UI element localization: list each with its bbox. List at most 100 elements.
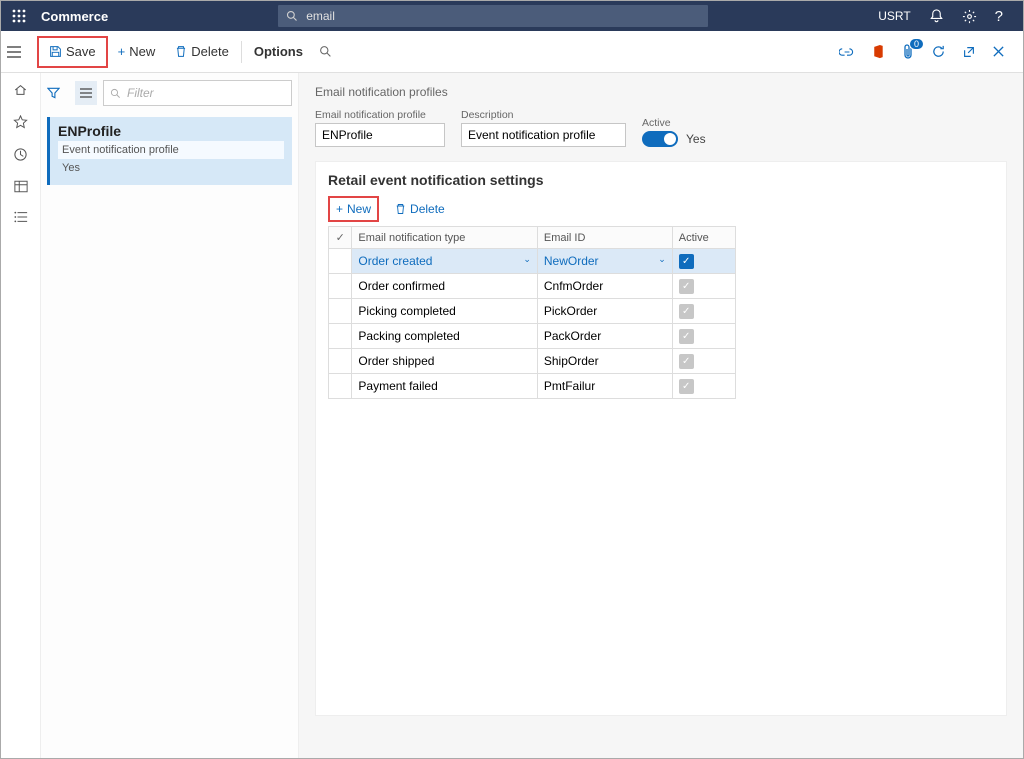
- close-icon[interactable]: [992, 45, 1005, 58]
- row-selector[interactable]: [329, 349, 352, 374]
- col-type[interactable]: Email notification type: [352, 227, 537, 249]
- list-item-title: ENProfile: [58, 123, 284, 139]
- bell-icon[interactable]: [929, 9, 944, 24]
- home-icon[interactable]: [13, 83, 28, 97]
- grid-new-button[interactable]: + New: [330, 198, 377, 220]
- table-row[interactable]: Payment failedPmtFailur ✓: [329, 374, 736, 399]
- save-icon: [49, 45, 62, 58]
- save-button[interactable]: Save: [39, 38, 106, 66]
- checkbox-icon[interactable]: ✓: [679, 329, 694, 344]
- office-icon[interactable]: [871, 44, 885, 59]
- plus-icon: +: [118, 44, 126, 59]
- checkbox-icon[interactable]: ✓: [679, 279, 694, 294]
- active-toggle[interactable]: [642, 131, 678, 147]
- star-icon[interactable]: [13, 115, 28, 129]
- options-button[interactable]: Options: [244, 38, 313, 66]
- attachments-button[interactable]: 0: [901, 44, 915, 60]
- filter-funnel-icon[interactable]: [47, 87, 69, 99]
- profile-label: Email notification profile: [315, 109, 445, 121]
- checkbox-icon[interactable]: ✓: [679, 354, 694, 369]
- global-header: Commerce email USRT ?: [1, 1, 1023, 31]
- table-row[interactable]: Picking completedPickOrder ✓: [329, 299, 736, 324]
- clock-icon[interactable]: [13, 147, 28, 162]
- help-icon[interactable]: ?: [995, 8, 1003, 25]
- refresh-icon[interactable]: [931, 44, 946, 59]
- list-view-icon[interactable]: [75, 81, 97, 105]
- cell-active[interactable]: ✓: [672, 374, 735, 399]
- command-bar: Save + New Delete Options 0: [1, 31, 1023, 73]
- cell-active[interactable]: ✓: [672, 274, 735, 299]
- row-selector[interactable]: [329, 249, 352, 274]
- table-row[interactable]: Order created⌄NewOrder⌄ ✓: [329, 249, 736, 274]
- cell-id[interactable]: PickOrder: [537, 299, 672, 324]
- save-button-highlight: Save: [37, 36, 108, 68]
- table-row[interactable]: Order shippedShipOrder ✓: [329, 349, 736, 374]
- row-selector[interactable]: [329, 374, 352, 399]
- delete-label: Delete: [191, 44, 229, 59]
- search-icon: [286, 10, 298, 22]
- cell-id[interactable]: PackOrder: [537, 324, 672, 349]
- detail-pane: Email notification profiles Email notifi…: [299, 73, 1023, 758]
- settings-grid: ✓ Email notification type Email ID Activ…: [328, 226, 736, 399]
- cell-id[interactable]: PmtFailur: [537, 374, 672, 399]
- grid-delete-label: Delete: [410, 202, 445, 216]
- cell-active[interactable]: ✓: [672, 324, 735, 349]
- col-select[interactable]: ✓: [329, 227, 352, 249]
- filter-placeholder: Filter: [127, 86, 154, 100]
- filter-input[interactable]: Filter: [103, 80, 292, 106]
- brand-title: Commerce: [37, 9, 108, 24]
- list-item-desc: Event notification profile: [58, 141, 284, 159]
- list-item-active: Yes: [58, 159, 284, 177]
- cell-type[interactable]: Payment failed: [352, 374, 537, 399]
- row-selector[interactable]: [329, 324, 352, 349]
- global-search[interactable]: email: [278, 5, 708, 27]
- cell-type[interactable]: Packing completed: [352, 324, 537, 349]
- popout-icon[interactable]: [962, 45, 976, 59]
- col-active[interactable]: Active: [672, 227, 735, 249]
- cell-type[interactable]: Order confirmed: [352, 274, 537, 299]
- trash-icon: [175, 45, 187, 58]
- panel-title: Retail event notification settings: [328, 172, 994, 188]
- cell-id[interactable]: ShipOrder: [537, 349, 672, 374]
- new-button[interactable]: + New: [108, 38, 166, 66]
- options-label: Options: [254, 44, 303, 59]
- grid-delete-button[interactable]: Delete: [389, 198, 451, 220]
- list-pane: Filter ENProfile Event notification prof…: [41, 73, 299, 758]
- search-button[interactable]: [313, 38, 338, 66]
- table-row[interactable]: Packing completedPackOrder ✓: [329, 324, 736, 349]
- row-selector[interactable]: [329, 274, 352, 299]
- cell-active[interactable]: ✓: [672, 349, 735, 374]
- col-id[interactable]: Email ID: [537, 227, 672, 249]
- description-input[interactable]: [461, 123, 626, 147]
- cell-active[interactable]: ✓: [672, 299, 735, 324]
- attach-count: 0: [909, 38, 924, 50]
- gear-icon[interactable]: [962, 9, 977, 24]
- list-icon[interactable]: [14, 211, 28, 223]
- cell-active[interactable]: ✓: [672, 249, 735, 274]
- checkbox-icon[interactable]: ✓: [679, 304, 694, 319]
- active-value: Yes: [686, 132, 706, 146]
- app-launcher-icon[interactable]: [1, 9, 37, 23]
- settings-panel: Retail event notification settings + New…: [315, 161, 1007, 716]
- row-selector[interactable]: [329, 299, 352, 324]
- cell-type[interactable]: Order shipped: [352, 349, 537, 374]
- save-label: Save: [66, 44, 96, 59]
- user-label[interactable]: USRT: [878, 9, 910, 23]
- plus-icon: +: [336, 202, 343, 216]
- list-item[interactable]: ENProfile Event notification profile Yes: [47, 117, 292, 185]
- checkbox-icon[interactable]: ✓: [679, 379, 694, 394]
- delete-button[interactable]: Delete: [165, 38, 239, 66]
- page-title: Email notification profiles: [315, 85, 1007, 99]
- checkbox-icon[interactable]: ✓: [679, 254, 694, 269]
- new-label: New: [129, 44, 155, 59]
- table-row[interactable]: Order confirmedCnfmOrder ✓: [329, 274, 736, 299]
- menu-toggle-icon[interactable]: [7, 46, 37, 58]
- cell-id[interactable]: CnfmOrder: [537, 274, 672, 299]
- link-icon[interactable]: [839, 47, 855, 57]
- grid-icon[interactable]: [14, 180, 28, 193]
- search-icon: [110, 88, 121, 99]
- profile-input[interactable]: [315, 123, 445, 147]
- cell-type[interactable]: Picking completed: [352, 299, 537, 324]
- cell-id[interactable]: NewOrder⌄: [537, 249, 672, 274]
- cell-type[interactable]: Order created⌄: [352, 249, 537, 274]
